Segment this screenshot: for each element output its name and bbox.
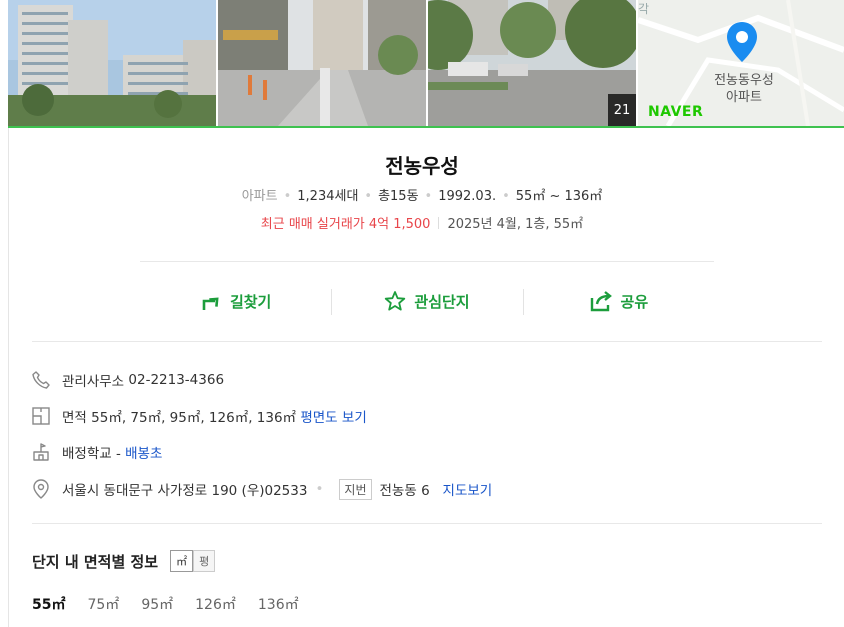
address-row: 서울시 동대문구 사가정로 190 (우)02533 • 지번 전농동 6 지도보기	[30, 478, 492, 500]
floorplan-link[interactable]: 평면도 보기	[300, 406, 366, 426]
directions-button[interactable]: 길찾기	[140, 286, 331, 316]
photo-thumbnail-2[interactable]	[218, 0, 426, 126]
school-row: 배정학교 - 배봉초	[30, 441, 162, 463]
favorite-label: 관심단지	[414, 292, 470, 311]
divider	[32, 341, 822, 342]
area-list: 55㎡, 75㎡, 95㎡, 126㎡, 136㎡	[91, 410, 297, 426]
area-tab-126[interactable]: 126㎡	[195, 594, 236, 614]
area-tab-95[interactable]: 95㎡	[141, 594, 173, 614]
star-icon	[385, 291, 406, 311]
gallery-divider	[8, 126, 844, 128]
phone-number[interactable]: 02-2213-4366	[128, 372, 224, 388]
map-label-line2: 아파트	[726, 90, 762, 105]
unit-sqm-button[interactable]: ㎡	[170, 550, 194, 572]
built-date: 1992.03.	[438, 189, 497, 204]
photo-thumbnail-3[interactable]: 21	[428, 0, 636, 126]
complex-name: 전농우성	[385, 154, 459, 178]
divider	[140, 261, 714, 262]
building-count: 총15동	[378, 189, 419, 204]
school-label: 배정학교 -	[62, 446, 121, 462]
complex-type: 아파트	[241, 189, 278, 204]
school-link[interactable]: 배봉초	[125, 442, 162, 462]
phone-label: 관리사무소	[62, 374, 125, 390]
share-label: 공유	[620, 292, 649, 311]
phone-row: 관리사무소 02-2213-4366	[30, 369, 224, 391]
jibun-address: 전농동 6	[379, 483, 430, 499]
share-icon	[590, 291, 612, 312]
map-corner-label: 각	[638, 2, 650, 16]
location-pin-icon	[30, 478, 52, 500]
jibun-tag: 지번	[339, 478, 372, 500]
area-info-title: 단지 내 면적별 정보	[32, 552, 159, 571]
favorite-button[interactable]: 관심단지	[331, 286, 522, 316]
recent-trade-price: 최근 매매 실거래가 4억 1,500	[260, 217, 431, 232]
area-label: 면적	[62, 410, 87, 426]
area-tab-55[interactable]: 55㎡	[32, 594, 65, 614]
action-bar: 길찾기 관심단지 공유	[140, 286, 714, 316]
map-view-link[interactable]: 지도보기	[443, 479, 493, 499]
unit-toggle: ㎡ 평	[170, 550, 216, 572]
recent-trade-detail: 2025년 4월, 1층, 55㎡	[447, 217, 584, 232]
household-count: 1,234세대	[297, 189, 359, 204]
school-icon	[30, 441, 52, 463]
road-address: 서울시 동대문구 사가정로 190 (우)02533	[62, 483, 308, 499]
area-range: 55㎡ ~ 136㎡	[515, 189, 603, 204]
map-complex-label: 전농동우성 아파트	[696, 72, 792, 106]
directions-label: 길찾기	[229, 292, 272, 311]
area-tabs: 55㎡ 75㎡ 95㎡ 126㎡ 136㎡	[32, 594, 299, 614]
area-tab-136[interactable]: 136㎡	[258, 594, 299, 614]
share-button[interactable]: 공유	[522, 286, 714, 316]
photo-gallery: 21 각 전농동우성 아파트 NAVER	[0, 0, 844, 128]
map-label-line1: 전농동우성	[714, 73, 774, 88]
complex-summary: 아파트 • 1,234세대 • 총15동 • 1992.03. • 55㎡ ~ 136㎡	[241, 189, 603, 204]
recent-trade: 최근 매매 실거래가 4억 1,500 2025년 4월, 1층, 55㎡	[0, 213, 844, 232]
map-pin-icon	[727, 22, 757, 62]
naver-logo: NAVER	[648, 104, 704, 120]
directions-icon	[202, 297, 219, 310]
floorplan-icon	[30, 405, 52, 427]
area-row: 면적 55㎡, 75㎡, 95㎡, 126㎡, 136㎡ 평면도 보기	[30, 405, 367, 427]
phone-icon	[30, 369, 52, 391]
photo-thumbnail-1[interactable]	[8, 0, 216, 126]
map-thumbnail[interactable]: 각 전농동우성 아파트 NAVER	[638, 0, 844, 126]
area-info-header: 단지 내 면적별 정보 ㎡ 평	[32, 550, 216, 572]
area-tab-75[interactable]: 75㎡	[87, 594, 119, 614]
photo-count-badge: 21	[608, 94, 636, 126]
divider	[32, 523, 822, 524]
unit-pyeong-button[interactable]: 평	[193, 550, 216, 572]
